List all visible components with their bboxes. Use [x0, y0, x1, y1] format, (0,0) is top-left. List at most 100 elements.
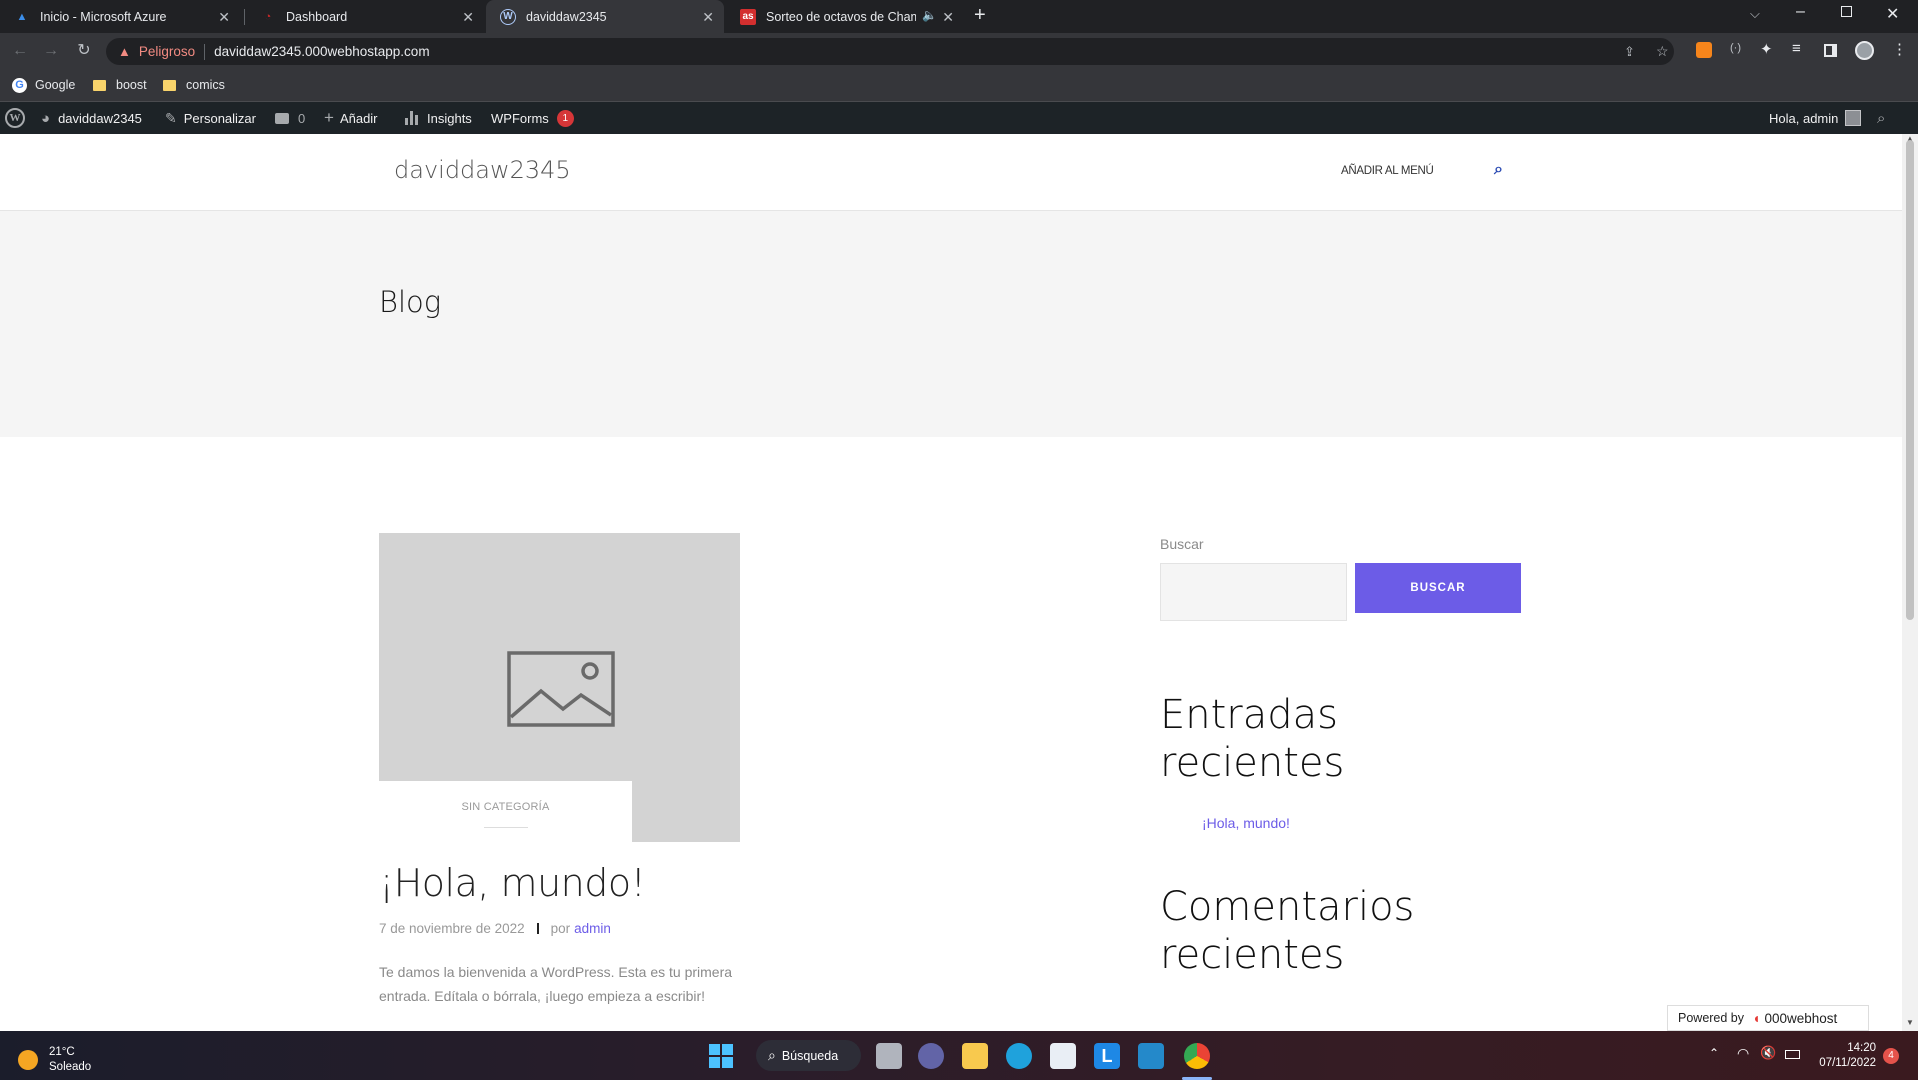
clock[interactable]: 14:20 07/11/2022 — [1810, 1041, 1876, 1071]
bookmark-boost[interactable]: boost — [93, 69, 147, 101]
site-header: daviddaw2345 AÑADIR AL MENÚ ⌕ — [0, 134, 1902, 211]
weather-condition: Soleado — [49, 1061, 92, 1073]
menu-icon[interactable]: ⋮ — [1892, 40, 1907, 58]
store-icon[interactable] — [1050, 1043, 1076, 1069]
post-author[interactable]: admin — [574, 921, 611, 936]
plus-icon: + — [324, 108, 334, 127]
close-icon[interactable]: ✕ — [218, 9, 230, 26]
tab-dashboard[interactable]: ◔ Dashboard ✕ — [246, 0, 484, 33]
windows-taskbar: 21°C Soleado ⌕ Búsqueda L ⌃ ◠ 🔇 14:20 07… — [0, 1031, 1918, 1080]
wp-search-icon[interactable]: ⌕ — [1877, 102, 1885, 134]
scrollbar-thumb[interactable] — [1906, 140, 1914, 620]
tab-title: Sorteo de octavos de Champ — [766, 9, 916, 24]
wp-customize-label: Personalizar — [183, 110, 256, 126]
close-window-button[interactable]: ✕ — [1886, 4, 1899, 24]
post-category[interactable]: SIN CATEGORÍA — [379, 801, 632, 813]
sidebar-search-input[interactable] — [1160, 563, 1347, 621]
wp-wpforms-label: WPForms — [491, 110, 549, 126]
weather-widget[interactable]: 21°C Soleado — [18, 1045, 91, 1075]
wp-add-new-link[interactable]: + Añadir — [324, 102, 378, 134]
dashboard-gauge-icon: ◕ — [41, 109, 51, 127]
new-tab-button[interactable]: + — [974, 4, 986, 27]
tab-search-icon[interactable]: ⌵ — [1750, 6, 1760, 22]
metamask-icon[interactable] — [1696, 42, 1712, 58]
edge-icon[interactable] — [1006, 1043, 1032, 1069]
post-meta: 7 de noviembre de 2022 por admin — [379, 921, 611, 936]
search-icon: ⌕ — [768, 1047, 776, 1063]
as-icon: as — [740, 8, 756, 25]
comment-icon — [275, 112, 289, 124]
notification-badge[interactable]: 4 — [1883, 1048, 1899, 1064]
start-button[interactable] — [709, 1044, 733, 1068]
bookmarks-bar: G Google boost comics — [0, 69, 1918, 102]
teams-icon[interactable] — [918, 1043, 944, 1069]
tab-sorteo[interactable]: as Sorteo de octavos de Champ 🔈 ✕ — [726, 0, 964, 33]
wp-site-link[interactable]: ◕ daviddaw2345 — [41, 102, 142, 134]
close-icon[interactable]: ✕ — [462, 9, 474, 26]
forward-button[interactable]: → — [39, 33, 63, 69]
post-date[interactable]: 7 de noviembre de 2022 — [379, 921, 525, 936]
close-icon[interactable]: ✕ — [942, 9, 954, 26]
powered-by-badge[interactable]: Powered by ◖ 000webhost — [1667, 1005, 1869, 1031]
share-icon[interactable]: ⇪ — [1624, 44, 1635, 60]
wifi-icon[interactable]: ◠ — [1737, 1045, 1749, 1062]
site-title[interactable]: daviddaw2345 — [394, 156, 571, 184]
nav-add-menu[interactable]: AÑADIR AL MENÚ — [1341, 165, 1434, 177]
recent-posts-title: Entradas recientes — [1160, 692, 1345, 786]
sidebar-search-button[interactable]: BUSCAR — [1355, 563, 1521, 613]
side-panel-icon[interactable] — [1824, 44, 1837, 57]
l-app-icon[interactable]: L — [1094, 1043, 1120, 1069]
weather-temp: 21°C — [49, 1046, 75, 1058]
tab-daviddaw2345[interactable]: W daviddaw2345 ✕ — [486, 0, 724, 33]
bookmark-label: Google — [35, 78, 76, 92]
profile-avatar[interactable] — [1855, 41, 1874, 60]
post-title[interactable]: ¡Hola, mundo! — [379, 861, 646, 905]
bookmark-label: boost — [116, 78, 147, 92]
reload-button[interactable]: ↻ — [72, 33, 96, 69]
page-viewport: daviddaw2345 AÑADIR AL MENÚ ⌕ Blog SIN C… — [0, 134, 1902, 1031]
restore-button[interactable] — [1841, 6, 1852, 17]
wp-customize-link[interactable]: ✎ Personalizar — [165, 102, 256, 134]
tab-title: daviddaw2345 — [526, 9, 607, 24]
speaker-icon[interactable]: 🔈 — [922, 8, 937, 22]
bookmark-google[interactable]: G Google — [12, 69, 75, 101]
bookmark-star-icon[interactable]: ☆ — [1656, 43, 1669, 60]
close-icon[interactable]: ✕ — [702, 9, 714, 26]
task-view-icon[interactable] — [876, 1043, 902, 1069]
url-text[interactable]: daviddaw2345.000webhostapp.com — [214, 44, 429, 59]
bookmark-comics[interactable]: comics — [163, 69, 225, 101]
tab-azure[interactable]: ▲ Inicio - Microsoft Azure ✕ — [0, 0, 240, 33]
address-bar[interactable]: ▲ Peligroso daviddaw2345.000webhostapp.c… — [106, 38, 1674, 65]
puzzle-icon[interactable]: ✦ — [1760, 40, 1773, 58]
post-excerpt: Te damos la bienvenida a WordPress. Esta… — [379, 964, 733, 1004]
wp-account-link[interactable]: Hola, admin — [1769, 102, 1862, 134]
reading-list-icon[interactable]: ≡ — [1792, 40, 1801, 57]
wp-add-label: Añadir — [339, 110, 378, 126]
extension-icon[interactable]: (·) — [1730, 42, 1741, 54]
search-label: Buscar — [1160, 536, 1204, 552]
file-explorer-icon[interactable] — [962, 1043, 988, 1069]
brush-icon: ✎ — [165, 109, 177, 126]
wp-site-name: daviddaw2345 — [58, 110, 142, 126]
vscode-icon[interactable] — [1138, 1043, 1164, 1069]
minimize-button[interactable]: – — [1796, 3, 1805, 21]
wp-comments-link[interactable]: 0 — [275, 102, 305, 134]
azure-icon: ▲ — [16, 10, 28, 23]
post-by: por — [550, 921, 571, 936]
page-scrollbar[interactable]: ▲ ▼ — [1902, 134, 1918, 1031]
wp-logo-icon[interactable]: W — [5, 102, 25, 134]
wordpress-icon: W — [500, 8, 516, 25]
chrome-icon[interactable] — [1184, 1043, 1210, 1069]
taskbar-search[interactable]: ⌕ Búsqueda — [756, 1040, 861, 1071]
recent-post-link[interactable]: ¡Hola, mundo! — [1202, 815, 1290, 831]
powered-label: Powered by — [1678, 1011, 1745, 1025]
wp-insights-link[interactable]: Insights — [405, 102, 472, 134]
back-button[interactable]: ← — [8, 33, 32, 69]
security-warning[interactable]: Peligroso — [139, 44, 195, 59]
dashboard-icon: ◔ — [264, 10, 272, 23]
chevron-up-icon[interactable]: ⌃ — [1709, 1046, 1719, 1060]
battery-icon[interactable] — [1785, 1050, 1800, 1059]
wp-wpforms-link[interactable]: WPForms 1 — [491, 102, 574, 134]
header-search-icon[interactable]: ⌕ — [1494, 161, 1503, 179]
volume-muted-icon[interactable]: 🔇 — [1760, 1045, 1776, 1061]
